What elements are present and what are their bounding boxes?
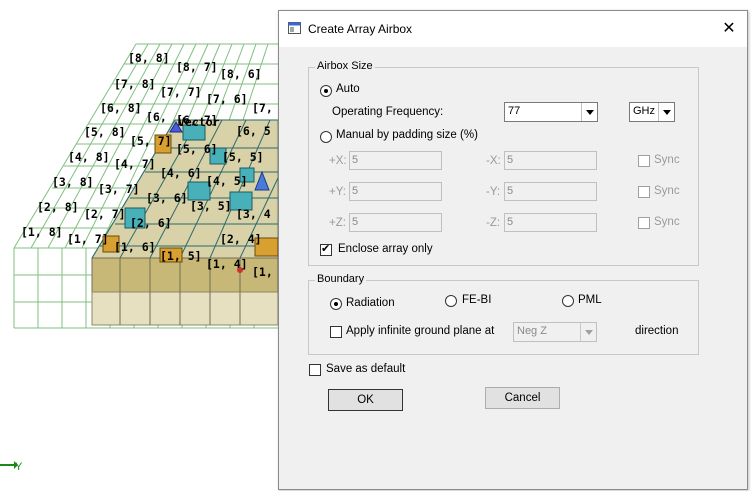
airbox-size-group: Airbox Size Auto Operating Frequency: 77… [308,60,699,266]
infinite-ground-checkbox[interactable] [330,326,342,338]
dialog-title: Create Array Airbox [308,22,413,36]
manual-padding-label: Manual by padding size (%) [336,129,478,141]
plus-x-label: +X: [329,155,347,167]
sync-z-checkbox[interactable] [638,217,650,229]
frequency-unit-select[interactable]: GHz [629,102,675,122]
plus-z-input[interactable]: 5 [349,213,442,232]
grid-label: [5, 5] [222,150,264,164]
enclose-array-label: Enclose array only [338,243,433,255]
frequency-unit-value: GHz [633,105,655,117]
sync-x-label: Sync [654,154,680,166]
grid-label: [1, 6] [114,240,156,254]
grid-label: [4, 5] [206,174,248,188]
minus-x-label: -X: [486,155,501,167]
grid-label: [3, 5] [190,199,232,213]
dialog-titlebar[interactable]: Create Array Airbox ✕ [279,11,747,47]
boundary-legend: Boundary [315,273,367,285]
ok-button[interactable]: OK [328,389,403,411]
axis-triad: Y [0,461,23,473]
grid-label: [4, 6] [160,166,202,180]
grid-label: [3, 4 [236,207,271,221]
grid-label: [4, 7] [114,157,156,171]
chevron-down-icon[interactable] [581,103,597,121]
boundary-group: Boundary Radiation FE-BI PML Apply infin… [308,273,699,355]
radiation-label: Radiation [346,297,395,309]
grid-label: [3, 7] [98,182,140,196]
plus-z-label: +Z: [329,217,346,229]
enclose-array-checkbox[interactable] [320,242,332,256]
grid-label: [2, 6] [130,216,172,230]
pml-label: PML [578,294,602,306]
sync-x-checkbox[interactable] [638,155,650,167]
fe-bi-radio[interactable] [445,295,457,307]
grid-label: [8, 7] [176,60,218,74]
close-icon[interactable]: ✕ [715,17,743,41]
radiation-radio[interactable] [330,298,342,310]
sync-z-label: Sync [654,216,680,228]
direction-label: direction [635,325,679,337]
auto-label: Auto [336,83,360,95]
grid-label: [5, 7] [130,134,172,148]
grid-label: [8, 8] [128,51,170,65]
grid-label: [7, [252,101,273,115]
grid-label: [3, 8] [52,175,94,189]
sync-y-label: Sync [654,185,680,197]
operating-frequency-combo[interactable]: 77 [504,102,598,122]
grid-label: [1, 8] [21,225,63,239]
plus-y-input[interactable]: 5 [349,182,442,201]
grid-label: [1, [252,265,273,279]
ground-plane-select[interactable]: Neg Z [513,322,597,342]
minus-z-label: -Z: [486,217,501,229]
grid-label: [5, 6] [176,142,218,156]
grid-label: [2, 7] [84,207,126,221]
operating-frequency-value: 77 [508,105,521,117]
axis-y-label: Y [15,461,23,473]
sync-y-checkbox[interactable] [638,186,650,198]
chevron-down-icon[interactable] [580,323,596,341]
grid-label: [7, 8] [114,77,156,91]
grid-label: [5, 8] [84,125,126,139]
grid-label: [2, 4] [220,232,262,246]
grid-label: [7, 7] [160,85,202,99]
minus-y-input[interactable]: 5 [504,182,597,201]
ground-plane-value: Neg Z [517,325,547,337]
grid-label: [4, 8] [68,150,110,164]
grid-label: [2, 8] [37,200,79,214]
pml-radio[interactable] [562,295,574,307]
grid-label: [1, 4] [206,257,248,271]
auto-radio[interactable] [320,85,332,97]
fe-bi-label: FE-BI [462,294,492,306]
grid-label: [1, 7] [67,232,109,246]
grid-label: [6, [146,110,167,124]
grid-label: [6, 5 [236,124,271,138]
airbox-size-legend: Airbox Size [315,60,375,72]
grid-label: [1, 5] [160,249,202,263]
minus-z-input[interactable]: 5 [504,213,597,232]
vector-overlay-text: Vector [178,115,220,129]
minus-x-input[interactable]: 5 [504,151,597,170]
cancel-button[interactable]: Cancel [485,387,560,409]
dialog-app-icon [288,22,301,34]
grid-label: [7, 6] [206,92,248,106]
plus-y-label: +Y: [329,186,346,198]
operating-frequency-label: Operating Frequency: [332,106,444,118]
manual-padding-radio[interactable] [320,131,332,143]
grid-label: [3, 6] [146,191,188,205]
save-default-checkbox[interactable] [309,364,321,376]
grid-label: [8, 6] [220,67,262,81]
plus-x-input[interactable]: 5 [349,151,442,170]
chevron-down-icon[interactable] [658,103,674,121]
create-array-airbox-dialog: Create Array Airbox ✕ Airbox Size Auto O… [278,10,748,490]
infinite-ground-label: Apply infinite ground plane at [346,325,495,337]
save-default-label: Save as default [326,363,406,375]
grid-label: [6, 8] [100,101,142,115]
minus-y-label: -Y: [486,186,501,198]
